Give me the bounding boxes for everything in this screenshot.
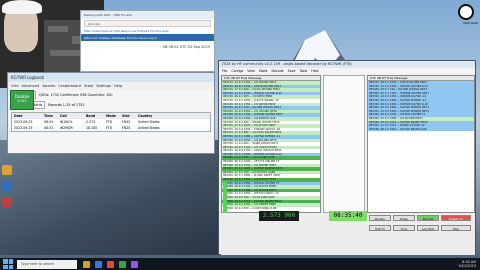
menu-item[interactable]: File xyxy=(222,69,227,73)
browser-tab[interactable]: Dealing with ODX - QRZ Forums xyxy=(81,11,214,19)
file-explorer-icon[interactable] xyxy=(83,260,90,268)
cell-time: 08:31 xyxy=(44,126,54,130)
enable-tx-button[interactable]: Enable Tx xyxy=(441,215,471,221)
cell-time: 08:34 xyxy=(44,120,54,124)
desktop-shortcut-icon[interactable] xyxy=(2,197,12,207)
tune-button[interactable]: Tune xyxy=(393,225,415,231)
disable-version: V 012 xyxy=(17,99,27,103)
logbook-window[interactable]: KG7WR Logbook Grid Advanced Awards Leade… xyxy=(7,72,215,154)
log-qso-button[interactable]: Log QSO xyxy=(417,225,439,231)
table-row[interactable]: 2023-09-25 08:31 W2MQR 18.100 FT8 FN20 U… xyxy=(12,125,210,131)
jtdx-window[interactable]: JTDX by HF community v2.2.159 - wsjtx-ba… xyxy=(218,60,476,255)
signal-meter xyxy=(223,181,227,213)
cell-country: United States xyxy=(138,120,160,124)
menu-item[interactable]: Decode xyxy=(272,69,284,73)
desktop-logo-label: QRZ NOW xyxy=(462,21,478,25)
menu-item[interactable]: Save xyxy=(288,69,296,73)
cell-grid: FN20 xyxy=(122,126,131,130)
monitor-button[interactable]: Monitor xyxy=(369,215,391,221)
log-stats: QSOs: 1752 Confirmed: 958 Countries: 100 xyxy=(39,93,113,97)
cell-call[interactable]: W1WOL xyxy=(58,120,84,124)
cell-date: 2023-09-25 xyxy=(14,120,33,124)
cell-grid: FN42 xyxy=(122,120,131,124)
logbook-search-row: Search: All fields Records 1-25 of 1752 xyxy=(8,100,214,110)
column-header[interactable]: Band xyxy=(84,114,104,118)
column-header[interactable]: Date xyxy=(12,114,42,118)
cell-country: United States xyxy=(138,126,160,130)
browser-url-bar[interactable]: qrz.com xyxy=(84,20,211,27)
desktop-shortcut-icon[interactable] xyxy=(2,181,12,191)
system-tray[interactable]: 8:36 AM 9/25/2023 xyxy=(459,260,476,268)
menu-item[interactable]: Configs xyxy=(231,69,243,73)
webcam-hat xyxy=(2,0,42,14)
rx-frequency-pane[interactable]: UTC dB DT Freq Message 083215 -08 0.1 15… xyxy=(367,75,475,213)
decode-row[interactable]: 083530 -08 0.2 1510 ~ KG7WR N5ABC R-09 xyxy=(368,127,474,132)
wallpaper-terrain xyxy=(0,140,220,255)
disable-button[interactable]: Disable V 012 xyxy=(10,90,34,110)
menu-item[interactable]: Stats xyxy=(84,84,93,88)
browser-window[interactable]: Dealing with ODX - QRZ Forums qrz.com Ma… xyxy=(80,10,215,72)
dial-frequency[interactable]: 2.573 000 xyxy=(259,211,299,221)
column-header[interactable]: Call xyxy=(58,114,84,118)
menu-item[interactable]: Settings xyxy=(96,84,111,88)
jtdx-menu: File Configs View Mode Decode Save Tools… xyxy=(219,68,475,74)
app-icon[interactable] xyxy=(119,260,126,268)
desktop-logo-icon[interactable] xyxy=(458,4,474,20)
taskbar-search-input[interactable]: Type here to search xyxy=(17,259,77,269)
column-header[interactable]: Mode xyxy=(104,114,120,118)
desktop-shortcut-icon[interactable] xyxy=(2,165,12,175)
edge-icon[interactable] xyxy=(95,260,102,268)
menu-item[interactable]: Tools xyxy=(299,69,307,73)
cell-band: 2.573 xyxy=(86,120,96,124)
jtdx-title: JTDX by HF community v2.2.159 - wsjtx-ba… xyxy=(219,61,475,68)
column-header[interactable]: Grid xyxy=(120,114,136,118)
menu-item[interactable]: Mode xyxy=(259,69,268,73)
cell-date: 2023-09-25 xyxy=(14,126,33,130)
menu-item[interactable]: Awards xyxy=(42,84,55,88)
taskbar-apps xyxy=(83,260,138,268)
records-count: Records 1-25 of 1752 xyxy=(48,103,85,107)
jtdx-controls xyxy=(221,215,475,255)
cell-call[interactable]: W2MQR xyxy=(58,126,84,130)
waterfall-strip xyxy=(323,75,365,213)
stop-button[interactable]: Stop xyxy=(441,225,471,231)
cell-mode: FT8 xyxy=(106,126,112,130)
qso-table: Date Time Call Band Mode Grid Country 20… xyxy=(11,112,211,132)
logbook-menu: Grid Advanced Awards Leaderboard Stats S… xyxy=(8,82,214,90)
decode-button[interactable]: Decode xyxy=(417,215,439,221)
menu-item[interactable]: Help xyxy=(114,84,122,88)
erase-button[interactable]: Erase xyxy=(393,215,415,221)
band-activity-pane[interactable]: UTC dB DT Freq Message 083215 -13 0.3 12… xyxy=(221,75,321,213)
menu-item[interactable]: Leaderboard xyxy=(58,84,81,88)
site-clock: 08:36:02 UTC 25 Sep 2023 xyxy=(162,45,210,49)
logbook-title: KG7WR Logbook xyxy=(8,73,214,82)
site-nav-strip[interactable]: QRZ.com Callsign Database Forums Store L… xyxy=(81,34,214,41)
utc-clock: 08:35:40 xyxy=(329,211,367,221)
taskbar: Type here to search 8:36 AM 9/25/2023 xyxy=(0,258,480,270)
cell-mode: FT8 xyxy=(106,120,112,124)
column-header[interactable]: Time xyxy=(42,114,58,118)
desktop-icons xyxy=(2,165,16,213)
menu-item[interactable]: Advanced xyxy=(22,84,40,88)
menu-item[interactable]: Help xyxy=(311,69,318,73)
logbook-toolbar: Page 1 of 1 QSOs: 1752 Confirmed: 958 Co… xyxy=(8,90,214,100)
decode-row[interactable]: 083500 -10 0.2 830 ~ K2GHI W9JKL R-08 xyxy=(222,206,320,211)
tray-date: 9/25/2023 xyxy=(458,264,476,268)
app-icon[interactable] xyxy=(131,260,138,268)
start-menu-icon[interactable] xyxy=(3,259,13,269)
cell-band: 18.100 xyxy=(86,126,98,130)
chrome-icon[interactable] xyxy=(107,260,114,268)
halt-tx-button[interactable]: Halt Tx xyxy=(369,225,391,231)
menu-item[interactable]: Grid xyxy=(11,84,19,88)
column-header[interactable]: Country xyxy=(136,114,176,118)
menu-item[interactable]: View xyxy=(247,69,255,73)
